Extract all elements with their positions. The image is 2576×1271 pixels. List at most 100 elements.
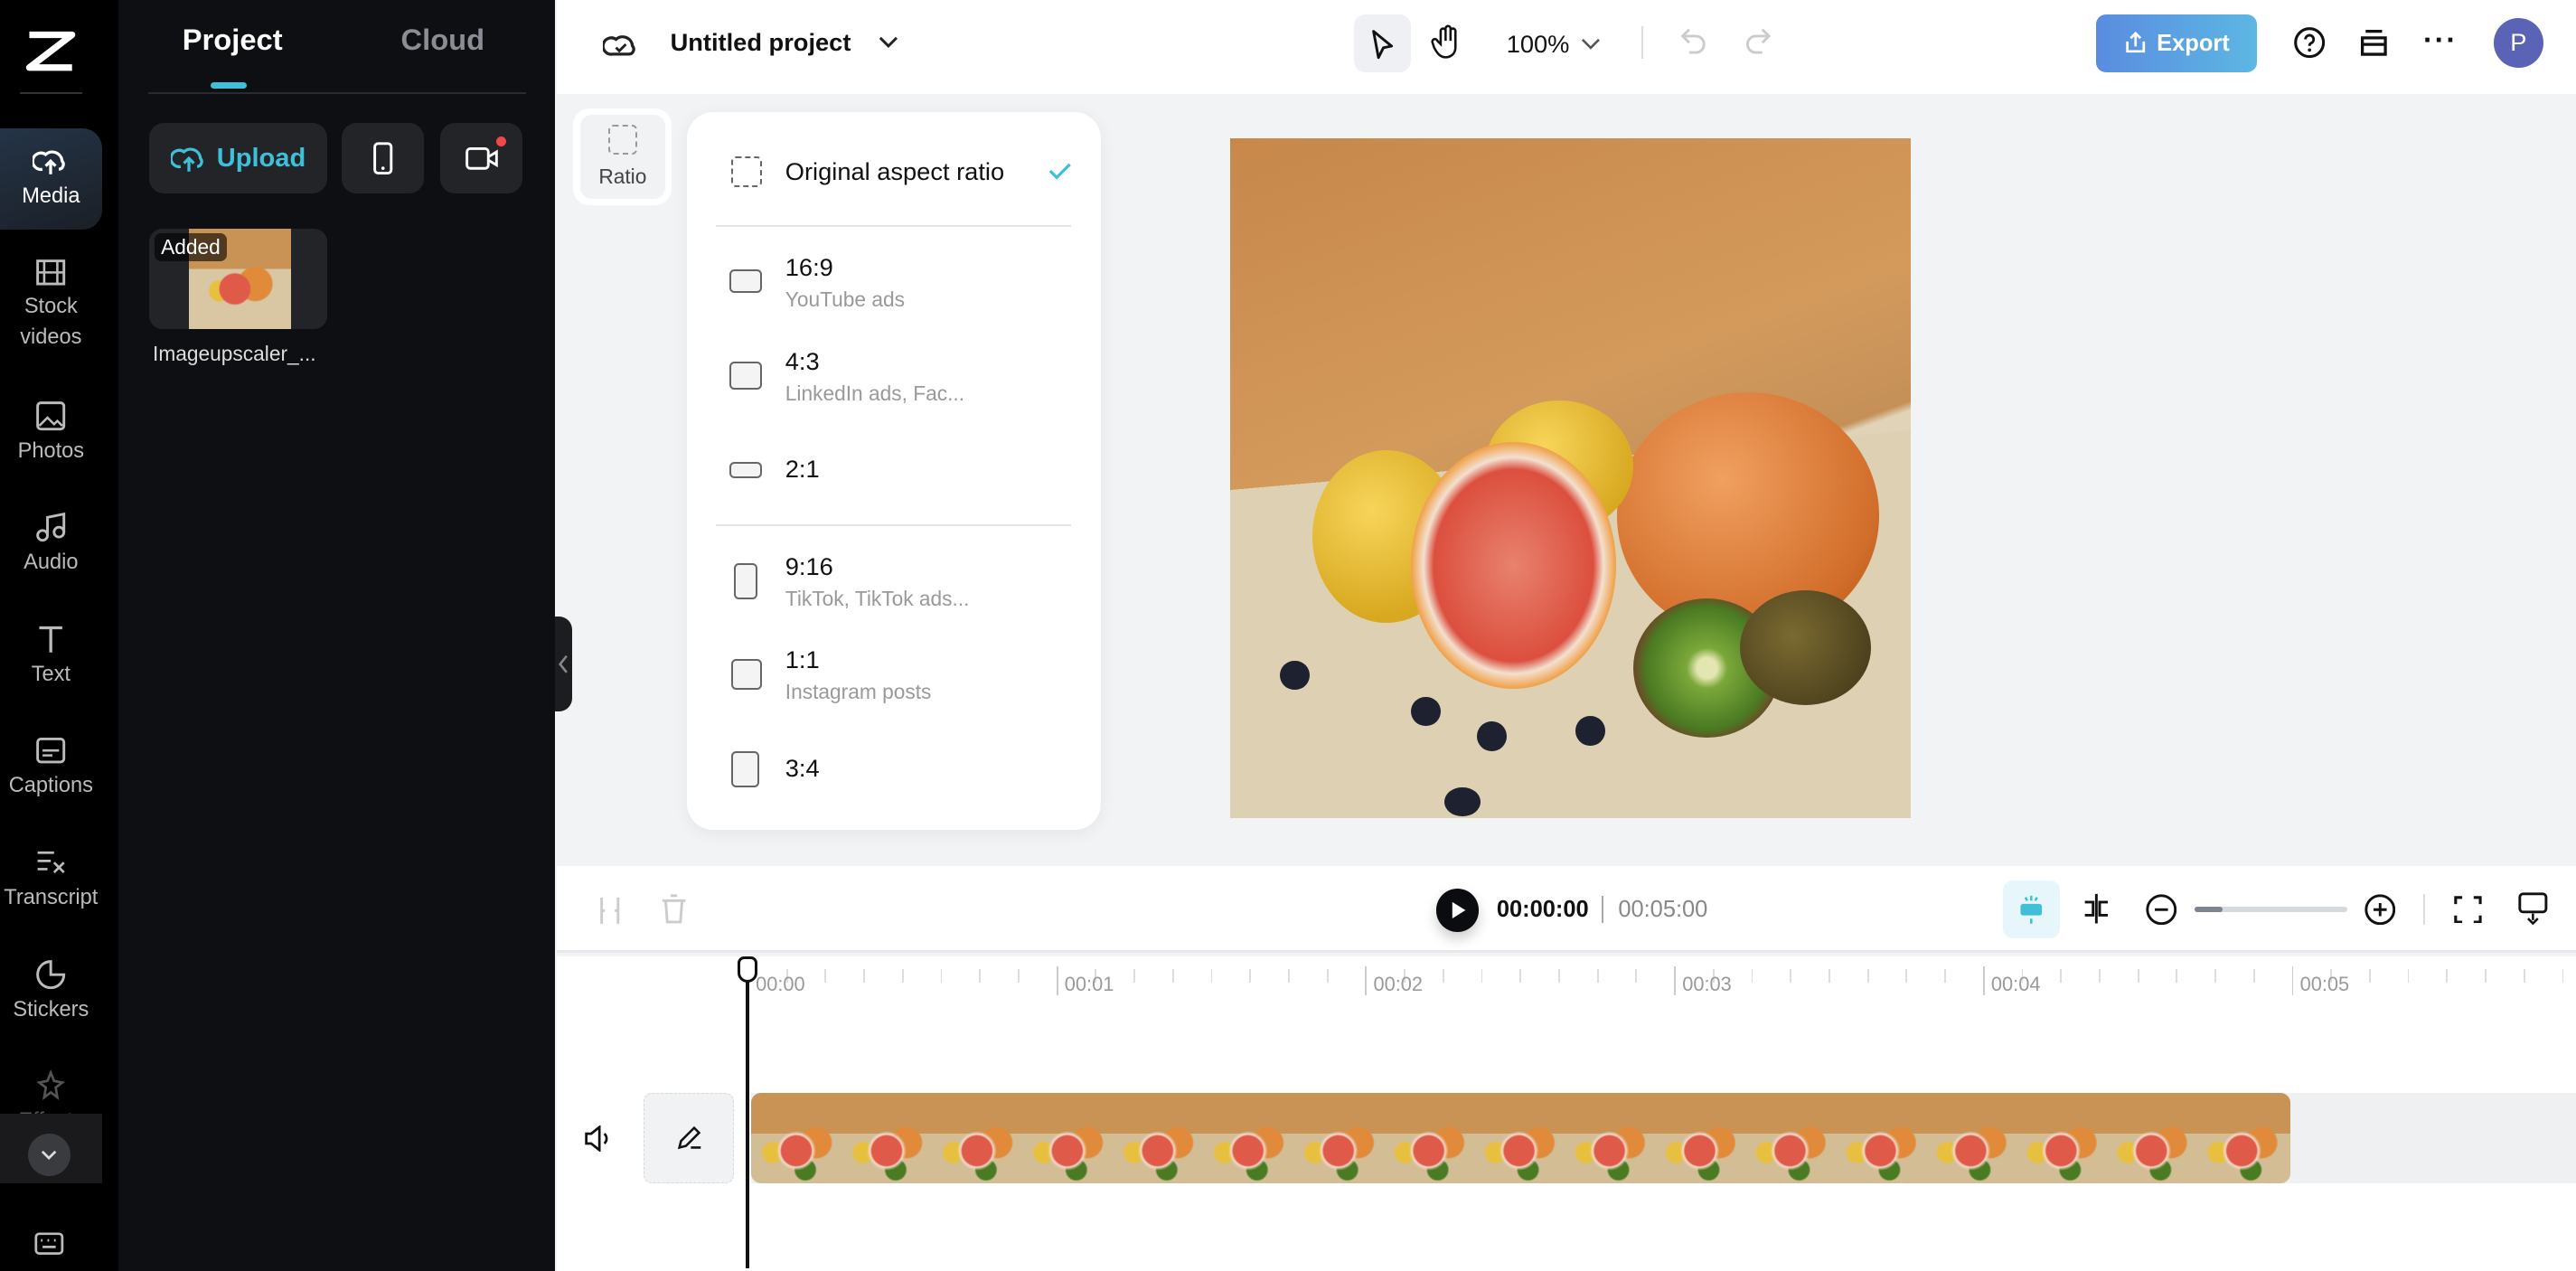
- video-camera-icon: [465, 147, 498, 170]
- ruler-minor-tick: [2368, 969, 2371, 983]
- ratio-3-4-icon: [730, 750, 759, 787]
- ruler-minor-tick: [979, 969, 982, 983]
- volume-icon[interactable]: [583, 1125, 613, 1153]
- zoom-slider-fill: [2195, 907, 2223, 912]
- redo-icon[interactable]: [1743, 26, 1772, 59]
- ruler-major-tick: [1982, 965, 1985, 996]
- export-label: Export: [2157, 30, 2230, 56]
- rail-label: Text: [31, 662, 71, 686]
- ruler-minor-tick: [1557, 969, 1560, 983]
- ruler-minor-tick: [1210, 969, 1213, 983]
- magnet-snap-button[interactable]: [2002, 880, 2061, 938]
- rail-item-stock-videos[interactable]: Stock videos: [0, 258, 102, 353]
- zoom-level[interactable]: 100%: [1507, 30, 1570, 59]
- play-button[interactable]: [1435, 889, 1479, 932]
- record-button[interactable]: [440, 123, 522, 194]
- checkmark-icon: [1048, 163, 1071, 180]
- ruler-minor-tick: [2214, 969, 2216, 983]
- music-icon: [36, 513, 66, 542]
- zoom-in-icon[interactable]: [2364, 894, 2396, 926]
- ratio-option-4-3[interactable]: 4:3 LinkedIn ads, Fac...: [726, 347, 1071, 406]
- timeline-ruler[interactable]: 00:00 00:01 00:02 00:03 00:04 00:05: [557, 956, 2576, 1006]
- avatar[interactable]: P: [2494, 17, 2543, 68]
- rail-item-audio[interactable]: Audio: [0, 511, 102, 579]
- timeline-toolbar: 00:00:00 00:05:00: [557, 865, 2576, 954]
- chevron-down-icon[interactable]: [1581, 38, 1601, 52]
- top-bar: Untitled project 100% Export ··· P: [557, 0, 2576, 94]
- split-icon[interactable]: [598, 896, 621, 926]
- chevron-left-icon: [559, 654, 569, 673]
- tab-project[interactable]: Project: [183, 23, 283, 57]
- zoom-out-icon[interactable]: [2146, 894, 2177, 926]
- rail-item-captions[interactable]: Captions: [0, 734, 102, 802]
- ratio-label: Ratio: [598, 164, 647, 188]
- rail-item-transcript[interactable]: Transcript: [0, 846, 102, 914]
- ruler-minor-tick: [2485, 969, 2487, 983]
- share-icon: [2126, 32, 2146, 53]
- ruler-minor-tick: [824, 969, 827, 983]
- ruler-minor-tick: [2446, 969, 2449, 983]
- help-icon[interactable]: [2293, 26, 2326, 59]
- ruler-label: 00:00: [756, 973, 805, 995]
- rail-label: Audio: [24, 551, 79, 575]
- preview-mode-icon[interactable]: [2518, 892, 2548, 926]
- media-thumbnail[interactable]: Added: [149, 228, 327, 329]
- timeline-zoom-slider[interactable]: [2195, 907, 2348, 912]
- video-clip[interactable]: [750, 1092, 2290, 1183]
- option-label: 4:3: [785, 346, 820, 375]
- current-time: 00:00:00: [1496, 897, 1589, 923]
- rail-label: Captions: [8, 774, 93, 798]
- film-icon: [36, 259, 66, 286]
- ruler-minor-tick: [2252, 969, 2255, 983]
- ratio-4-3-icon: [729, 361, 763, 390]
- rail-item-photos[interactable]: Photos: [0, 400, 102, 467]
- ruler-minor-tick: [1828, 969, 1830, 983]
- phone-upload-button[interactable]: [342, 123, 424, 194]
- ratio-option-9-16[interactable]: 9:16 TikTok, TikTok ads...: [726, 552, 1071, 611]
- cover-edit-button[interactable]: [644, 1092, 735, 1183]
- project-title[interactable]: Untitled project: [671, 28, 851, 57]
- ruler-major-tick: [2291, 965, 2294, 996]
- cloud-saved-icon[interactable]: [603, 26, 639, 62]
- rail-label: Stickers: [13, 997, 89, 1022]
- ratio-option-16-9[interactable]: 16:9 YouTube ads: [726, 253, 1071, 312]
- ratio-button[interactable]: Ratio: [573, 108, 672, 206]
- rail-label: Photos: [17, 438, 85, 463]
- ratio-option-2-1[interactable]: 2:1: [726, 454, 1071, 490]
- split-screen-icon[interactable]: [2082, 892, 2111, 925]
- rail-item-media[interactable]: Media: [0, 127, 102, 231]
- ratio-option-1-1[interactable]: 1:1 Instagram posts: [726, 645, 1071, 704]
- option-sublabel: YouTube ads: [785, 287, 906, 312]
- upload-label: Upload: [216, 143, 306, 173]
- canvas-preview-image[interactable]: [1230, 137, 1911, 819]
- chevron-down-icon[interactable]: [879, 36, 898, 50]
- ratio-option-original[interactable]: Original aspect ratio: [726, 155, 1071, 194]
- undo-icon[interactable]: [1679, 26, 1709, 59]
- ruler-major-tick: [1365, 965, 1368, 996]
- upload-button[interactable]: Upload: [149, 123, 327, 194]
- ratio-dropdown: Original aspect ratio 16:9 YouTube ads 4…: [686, 111, 1101, 830]
- rail-item-text[interactable]: Text: [0, 623, 102, 691]
- delete-icon[interactable]: [661, 894, 687, 926]
- fit-screen-icon[interactable]: [2454, 895, 2483, 924]
- ratio-option-3-4[interactable]: 3:4: [726, 749, 1071, 789]
- ruler-minor-tick: [1481, 969, 1483, 983]
- playhead-handle[interactable]: [738, 956, 757, 983]
- option-label: 9:16: [785, 551, 833, 580]
- layers-icon[interactable]: [2359, 28, 2389, 58]
- hand-tool-icon[interactable]: [1431, 24, 1463, 61]
- export-button[interactable]: Export: [2096, 14, 2258, 72]
- option-label: 1:1: [785, 645, 820, 674]
- chevron-down-icon: [42, 1151, 57, 1161]
- option-label: 2:1: [785, 455, 820, 484]
- option-label: 3:4: [785, 754, 820, 783]
- rail-item-stickers[interactable]: Stickers: [0, 958, 102, 1026]
- more-menu-button[interactable]: ···: [2423, 23, 2458, 57]
- ruler-major-tick: [1056, 965, 1058, 996]
- playhead[interactable]: [746, 956, 749, 1269]
- option-sublabel: Instagram posts: [785, 680, 932, 704]
- select-tool-button[interactable]: [1353, 14, 1412, 72]
- keyboard-icon[interactable]: [34, 1232, 64, 1256]
- collapse-panel-handle[interactable]: [555, 616, 572, 711]
- tab-cloud[interactable]: Cloud: [400, 23, 484, 57]
